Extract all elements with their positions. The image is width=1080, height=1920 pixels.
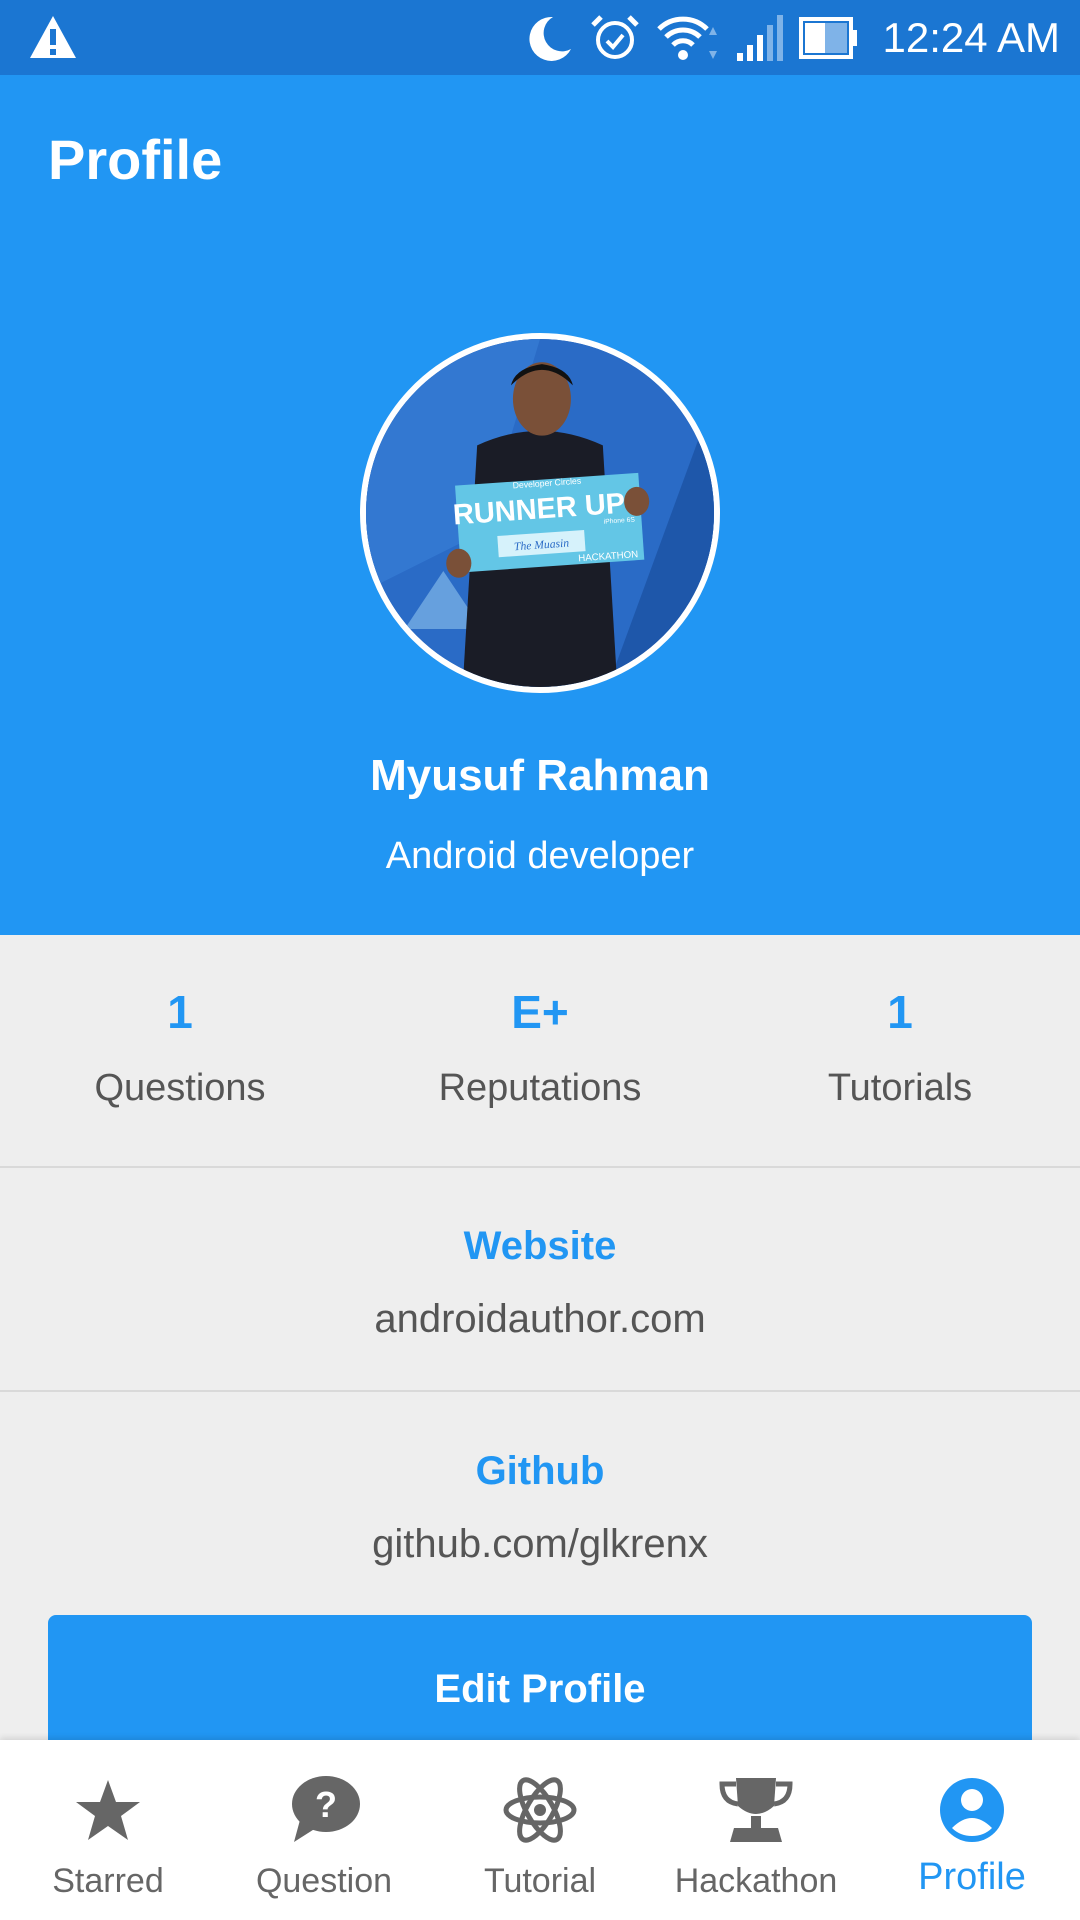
nav-item-question[interactable]: ? Question	[216, 1740, 432, 1920]
battery-icon	[798, 16, 857, 59]
stats-row: 1 Questions E+ Reputations 1 Tutorials	[0, 935, 1080, 1168]
status-bar: 12:24 AM	[0, 0, 1080, 75]
profile-name: Myusuf Rahman	[370, 751, 710, 800]
status-time: 12:24 AM	[882, 13, 1060, 61]
nav-item-starred[interactable]: Starred	[0, 1740, 216, 1920]
github-section: Github github.com/glkrenx	[0, 1449, 1080, 1567]
nav-item-profile[interactable]: Profile	[864, 1740, 1080, 1920]
moon-icon	[528, 16, 571, 61]
atom-icon	[503, 1777, 577, 1843]
github-label: Github	[475, 1449, 605, 1493]
stat-label: Questions	[94, 1067, 266, 1109]
avatar-photo: Developer Circles RUNNER UP iPhone 6S Th…	[366, 339, 714, 687]
profile-role: Android developer	[385, 835, 695, 877]
website-link[interactable]: androidauthor.com	[0, 1297, 1080, 1342]
nav-label: Starred	[52, 1862, 164, 1900]
warning-icon	[30, 16, 76, 58]
page-title: Profile	[48, 128, 223, 191]
stat-label: Reputations	[438, 1067, 642, 1109]
question-bubble-icon: ?	[292, 1776, 360, 1842]
website-label: Website	[463, 1224, 617, 1268]
stat-tutorials[interactable]: 1 Tutorials	[720, 935, 1080, 1166]
avatar: Developer Circles RUNNER UP iPhone 6S Th…	[360, 333, 720, 693]
stat-value: 1	[167, 986, 193, 1038]
stat-reputations[interactable]: E+ Reputations	[360, 935, 720, 1166]
website-section: Website androidauthor.com	[0, 1224, 1080, 1342]
svg-text:?: ?	[315, 1784, 337, 1825]
wifi-icon	[656, 16, 717, 60]
signal-icon	[736, 14, 783, 61]
stat-value: 1	[887, 986, 913, 1038]
account-circle-icon	[940, 1778, 1004, 1842]
divider	[0, 1390, 1080, 1392]
stat-label: Tutorials	[827, 1067, 973, 1109]
nav-item-hackathon[interactable]: Hackathon	[648, 1740, 864, 1920]
nav-label: Tutorial	[483, 1862, 597, 1900]
nav-label: Hackathon	[674, 1862, 838, 1900]
stat-questions[interactable]: 1 Questions	[0, 935, 360, 1166]
bottom-navigation: Starred ? Question Tutorial Hackathon Pr…	[0, 1740, 1080, 1920]
alarm-icon	[590, 14, 639, 59]
nav-item-tutorial[interactable]: Tutorial	[432, 1740, 648, 1920]
nav-label: Question	[255, 1862, 393, 1900]
nav-label: Profile	[918, 1856, 1026, 1898]
stat-value: E+	[511, 986, 569, 1038]
star-icon	[76, 1780, 140, 1840]
trophy-icon	[719, 1778, 793, 1842]
profile-header: Profile Developer Circles RUNNER UP iPho…	[0, 75, 1080, 935]
github-link[interactable]: github.com/glkrenx	[0, 1522, 1080, 1567]
